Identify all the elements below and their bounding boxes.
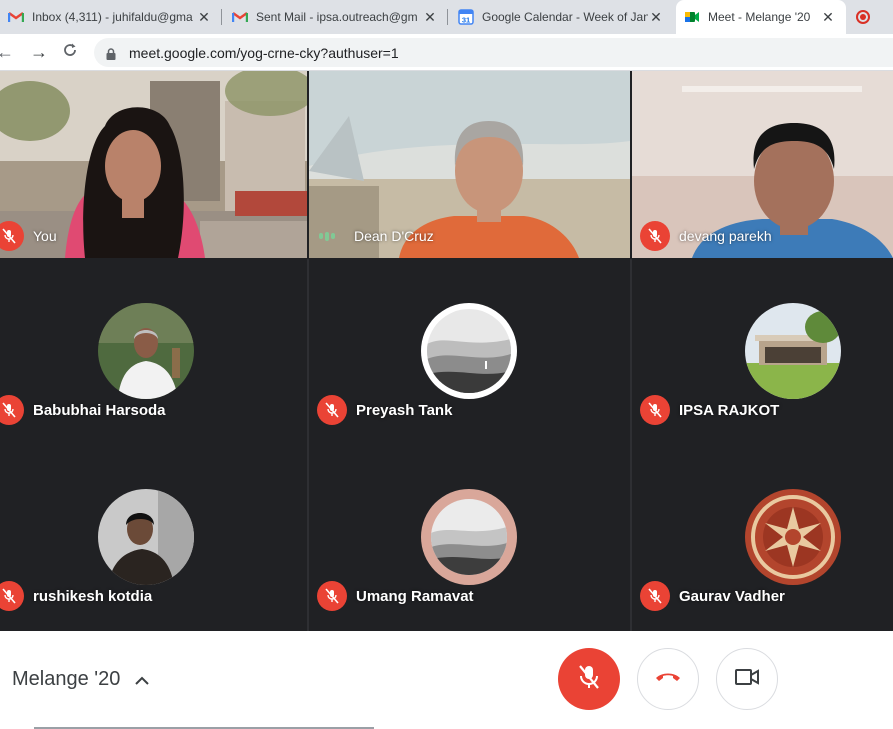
browser-toolbar: ← → meet.google.com/yog-crne-cky?authuse… (0, 34, 893, 71)
participant-name: Gaurav Vadher (679, 587, 785, 605)
tab-sent-mail[interactable]: Sent Mail - ipsa.outreach@gm ✕ (224, 0, 448, 34)
participant-name: rushikesh kotdia (33, 587, 153, 605)
tab-strip: Inbox (4,311) - juhifaldu@gma ✕ Sent Mai… (0, 0, 893, 34)
participant-tile-preyash-tank[interactable]: Preyash Tank (309, 259, 630, 445)
participant-label: Gaurav Vadher (640, 581, 785, 611)
gmail-icon (8, 9, 24, 25)
close-icon[interactable]: ✕ (422, 9, 438, 26)
close-icon[interactable]: ✕ (820, 9, 836, 26)
participant-name: IPSA RAJKOT (679, 401, 780, 419)
mic-off-icon (640, 221, 670, 251)
mic-off-icon (317, 581, 347, 611)
tab-separator (447, 9, 448, 25)
participant-tile-babubhai-harsoda[interactable]: Babubhai Harsoda (0, 259, 307, 445)
avatar (98, 489, 194, 585)
tab-title: Inbox (4,311) - juhifaldu@gma (32, 10, 193, 24)
participant-label: IPSA RAJKOT (640, 395, 779, 425)
participant-grid: You Dean D'Cruz devang parekh Babubhai H… (0, 71, 893, 631)
avatar (745, 489, 841, 585)
tab-title: Sent Mail - ipsa.outreach@gm (256, 10, 418, 24)
participant-tile-devang-parekh[interactable]: devang parekh (632, 71, 893, 258)
close-icon[interactable]: ✕ (648, 9, 664, 26)
avatar (745, 303, 841, 399)
mic-off-icon (317, 395, 347, 425)
meet-icon (684, 9, 700, 25)
tab-calendar[interactable]: 31 Google Calendar - Week of Jan ✕ (450, 0, 674, 34)
tab-meet[interactable]: Meet - Melange '20 ✕ (676, 0, 846, 34)
participant-name: Umang Ramavat (356, 587, 474, 605)
meeting-details-toggle[interactable]: Melange '20 (12, 668, 150, 691)
tab-inbox[interactable]: Inbox (4,311) - juhifaldu@gma ✕ (0, 0, 222, 34)
tab-title: Meet - Melange '20 (708, 10, 811, 24)
avatar (421, 303, 517, 399)
back-icon[interactable]: ← (0, 42, 14, 63)
url-text: meet.google.com/yog-crne-cky?authuser=1 (129, 44, 399, 61)
participant-name: devang parekh (679, 228, 772, 244)
participant-tile-rushikesh-kotdia[interactable]: rushikesh kotdia (0, 445, 307, 631)
toggle-camera-button[interactable] (716, 648, 778, 710)
participant-label: devang parekh (640, 221, 772, 251)
participant-label: Babubhai Harsoda (0, 395, 166, 425)
participant-tile-you[interactable]: You (0, 71, 307, 258)
tab-title: Google Calendar - Week of Jan (482, 10, 648, 24)
lock-icon (106, 47, 116, 60)
hang-up-icon (655, 670, 681, 688)
mic-off-icon (0, 581, 24, 611)
mic-off-icon (0, 395, 24, 425)
calendar-day: 31 (462, 16, 470, 25)
mic-off-icon (640, 581, 670, 611)
participant-tile-gaurav-vadher[interactable]: Gaurav Vadher (632, 445, 893, 631)
leave-call-button[interactable] (637, 648, 699, 710)
address-bar[interactable]: meet.google.com/yog-crne-cky?authuser=1 (94, 38, 893, 67)
gmail-icon (232, 9, 248, 25)
participant-label: Preyash Tank (317, 395, 452, 425)
camera-icon (735, 668, 759, 691)
avatar (421, 489, 517, 585)
toggle-mic-button[interactable] (558, 648, 620, 710)
forward-icon[interactable]: → (30, 42, 48, 63)
speaking-indicator-icon (319, 231, 341, 241)
participant-name: Babubhai Harsoda (33, 401, 166, 419)
mic-off-icon (0, 221, 24, 251)
calendar-icon: 31 (458, 9, 474, 25)
mic-off-icon (577, 664, 601, 695)
reload-icon[interactable] (62, 42, 78, 63)
participant-tile-dean-dcruz[interactable]: Dean D'Cruz (309, 71, 630, 258)
meeting-title: Melange '20 (12, 668, 121, 690)
meeting-controls-bar: Melange '20 (0, 631, 893, 729)
participant-label: Dean D'Cruz (319, 221, 434, 251)
participant-label: Umang Ramavat (317, 581, 474, 611)
chevron-up-icon (134, 672, 150, 688)
tab-separator (221, 9, 222, 25)
participant-tile-umang-ramavat[interactable]: Umang Ramavat (309, 445, 630, 631)
participant-label: You (0, 221, 57, 251)
recording-indicator-icon (856, 10, 870, 24)
participant-name: You (33, 228, 57, 244)
participant-name: Preyash Tank (356, 401, 453, 419)
mic-off-icon (640, 395, 670, 425)
participant-label: rushikesh kotdia (0, 581, 152, 611)
close-icon[interactable]: ✕ (196, 9, 212, 26)
participant-tile-ipsa-rajkot[interactable]: IPSA RAJKOT (632, 259, 893, 445)
participant-name: Dean D'Cruz (354, 228, 434, 244)
avatar (98, 303, 194, 399)
